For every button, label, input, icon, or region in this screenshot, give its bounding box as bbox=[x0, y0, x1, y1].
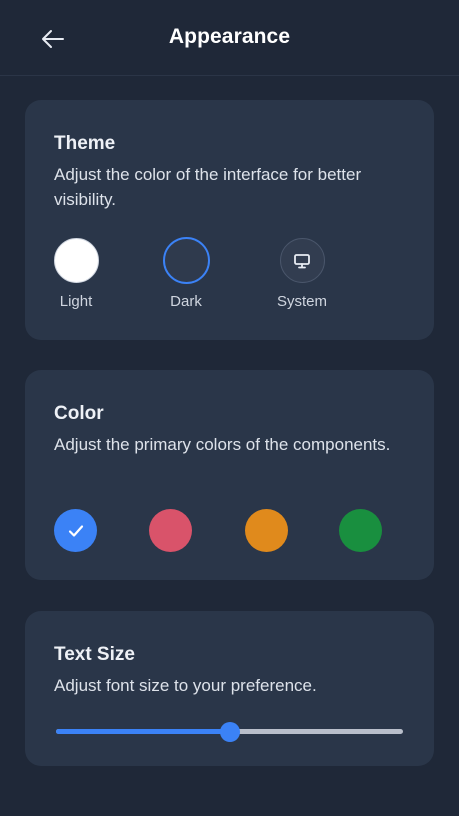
text-size-title: Text Size bbox=[54, 644, 135, 665]
theme-option-light[interactable]: Light bbox=[31, 238, 121, 310]
page-title: Appearance bbox=[168, 25, 291, 48]
text-size-slider[interactable] bbox=[56, 721, 403, 742]
text-size-card: Text Size Adjust font size to your prefe… bbox=[25, 611, 434, 766]
color-card: Color Adjust the primary colors of the c… bbox=[25, 370, 434, 580]
check-icon bbox=[68, 524, 83, 537]
theme-card: Theme Adjust the color of the interface … bbox=[25, 100, 434, 340]
slider-thumb[interactable] bbox=[219, 721, 240, 742]
theme-option-label: System bbox=[276, 293, 327, 310]
color-swatch-orange[interactable] bbox=[245, 509, 288, 552]
color-swatch-green[interactable] bbox=[339, 509, 382, 552]
dark-swatch bbox=[162, 237, 210, 284]
theme-description: Adjust the color of the interface for be… bbox=[54, 165, 362, 209]
theme-title: Theme bbox=[54, 133, 116, 154]
slider-fill bbox=[56, 729, 230, 734]
theme-option-system[interactable]: System bbox=[257, 238, 347, 310]
light-swatch bbox=[53, 238, 99, 283]
top-bar: Appearance bbox=[0, 0, 459, 76]
monitor-icon bbox=[294, 253, 310, 268]
theme-option-label: Dark bbox=[170, 293, 202, 310]
color-title: Color bbox=[54, 403, 104, 424]
color-swatch-red[interactable] bbox=[149, 509, 192, 552]
color-swatch-blue[interactable] bbox=[54, 509, 97, 552]
text-size-description: Adjust font size to your preference. bbox=[54, 676, 317, 695]
theme-option-dark[interactable]: Dark bbox=[141, 237, 231, 310]
system-swatch bbox=[279, 238, 325, 283]
theme-option-label: Light bbox=[59, 293, 93, 310]
color-description: Adjust the primary colors of the compone… bbox=[54, 435, 391, 454]
